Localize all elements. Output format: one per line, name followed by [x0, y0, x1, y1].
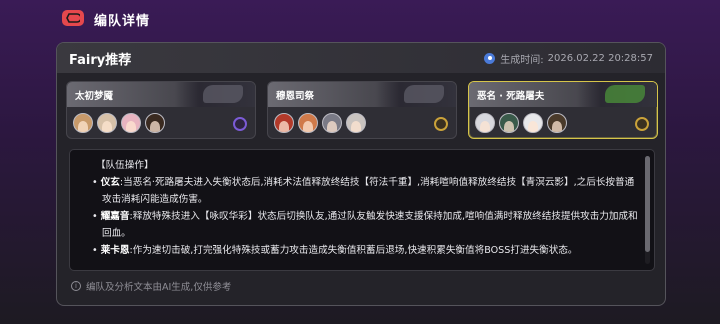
avatar [73, 113, 93, 133]
team-name: 穆恩司祭 [276, 91, 315, 102]
team-card-2[interactable]: 穆恩司祭 [267, 81, 457, 139]
team-banner: 太初梦魇 [67, 82, 255, 107]
notes-bullet: • 仪玄:当恶名·死路屠夫进入失衡状态后,消耗术法值释放终结技【符法千重】,消耗… [92, 177, 635, 205]
avatar [499, 113, 519, 133]
recommendation-panel: Fairy推荐 生成时间: 2026.02.22 20:28:57 太初梦魇 穆… [56, 42, 666, 306]
team-name: 恶名 · 死路屠夫 [477, 91, 545, 102]
character-name: 仪玄 [100, 177, 120, 188]
team-card-1[interactable]: 太初梦魇 [66, 81, 256, 139]
notes-bullet: • 莱卡恩:作为速切击破,打完强化特殊技或蓄力攻击造成失衡值积蓄后退场,快速积累… [92, 245, 578, 256]
character-name: 莱卡恩 [100, 245, 130, 256]
avatar [121, 113, 141, 133]
generated-value: 2026.02.22 20:28:57 [547, 52, 653, 64]
team-card-3[interactable]: 恶名 · 死路屠夫 [468, 81, 658, 139]
avatar [475, 113, 495, 133]
avatar [547, 113, 567, 133]
avatar [322, 113, 342, 133]
scrollbar-thumb[interactable] [645, 156, 650, 252]
character-name: 耀嘉音 [100, 211, 130, 222]
bangboo-badge-icon [635, 117, 649, 131]
bullet-text: :释放特殊技进入【咏叹华彩】状态后切换队友,通过队友触发快速支援保持加成,喧响值… [102, 211, 638, 239]
avatar [145, 113, 165, 133]
avatar [97, 113, 117, 133]
team-members [268, 107, 456, 138]
panel-title: Fairy推荐 [69, 52, 132, 68]
avatar [274, 113, 294, 133]
bullet-text: :当恶名·死路屠夫进入失衡状态后,消耗术法值释放终结技【符法千重】,消耗喧响值释… [102, 177, 635, 205]
disclaimer: i 编队及分析文本由AI生成,仅供参考 [71, 279, 231, 293]
team-banner: 恶名 · 死路屠夫 [469, 82, 657, 107]
scrollbar[interactable] [645, 156, 650, 264]
info-icon: i [71, 281, 81, 291]
bangboo-badge-icon [434, 117, 448, 131]
notes-heading: 【队伍操作】 [96, 160, 154, 171]
back-button[interactable] [62, 10, 84, 26]
bullet-text: :作为速切击破,打完强化特殊技或蓄力攻击造成失衡值积蓄后退场,快速积累失衡值将B… [129, 245, 578, 256]
generated-time: 生成时间: 2026.02.22 20:28:57 [484, 51, 653, 66]
bangboo-badge-icon [233, 117, 247, 131]
avatar [298, 113, 318, 133]
generated-label: 生成时间: [500, 54, 544, 66]
page-title: 编队详情 [94, 14, 151, 29]
team-name: 太初梦魇 [75, 91, 114, 102]
panel-header: Fairy推荐 生成时间: 2026.02.22 20:28:57 [57, 43, 665, 73]
back-icon [66, 13, 80, 23]
team-members [469, 107, 657, 138]
top-bar: 编队详情 [0, 0, 720, 36]
notes-bullet: • 耀嘉音:释放特殊技进入【咏叹华彩】状态后切换队友,通过队友触发快速支援保持加… [92, 211, 638, 239]
clock-icon [484, 52, 496, 64]
disclaimer-text: 编队及分析文本由AI生成,仅供参考 [86, 282, 232, 293]
team-members [67, 107, 255, 138]
team-list: 太初梦魇 穆恩司祭 恶名 · 死路屠夫 [66, 81, 658, 139]
avatar [523, 113, 543, 133]
team-banner: 穆恩司祭 [268, 82, 456, 107]
avatar [346, 113, 366, 133]
analysis-text-box[interactable]: 【队伍操作】 • 仪玄:当恶名·死路屠夫进入失衡状态后,消耗术法值释放终结技【符… [69, 149, 655, 271]
